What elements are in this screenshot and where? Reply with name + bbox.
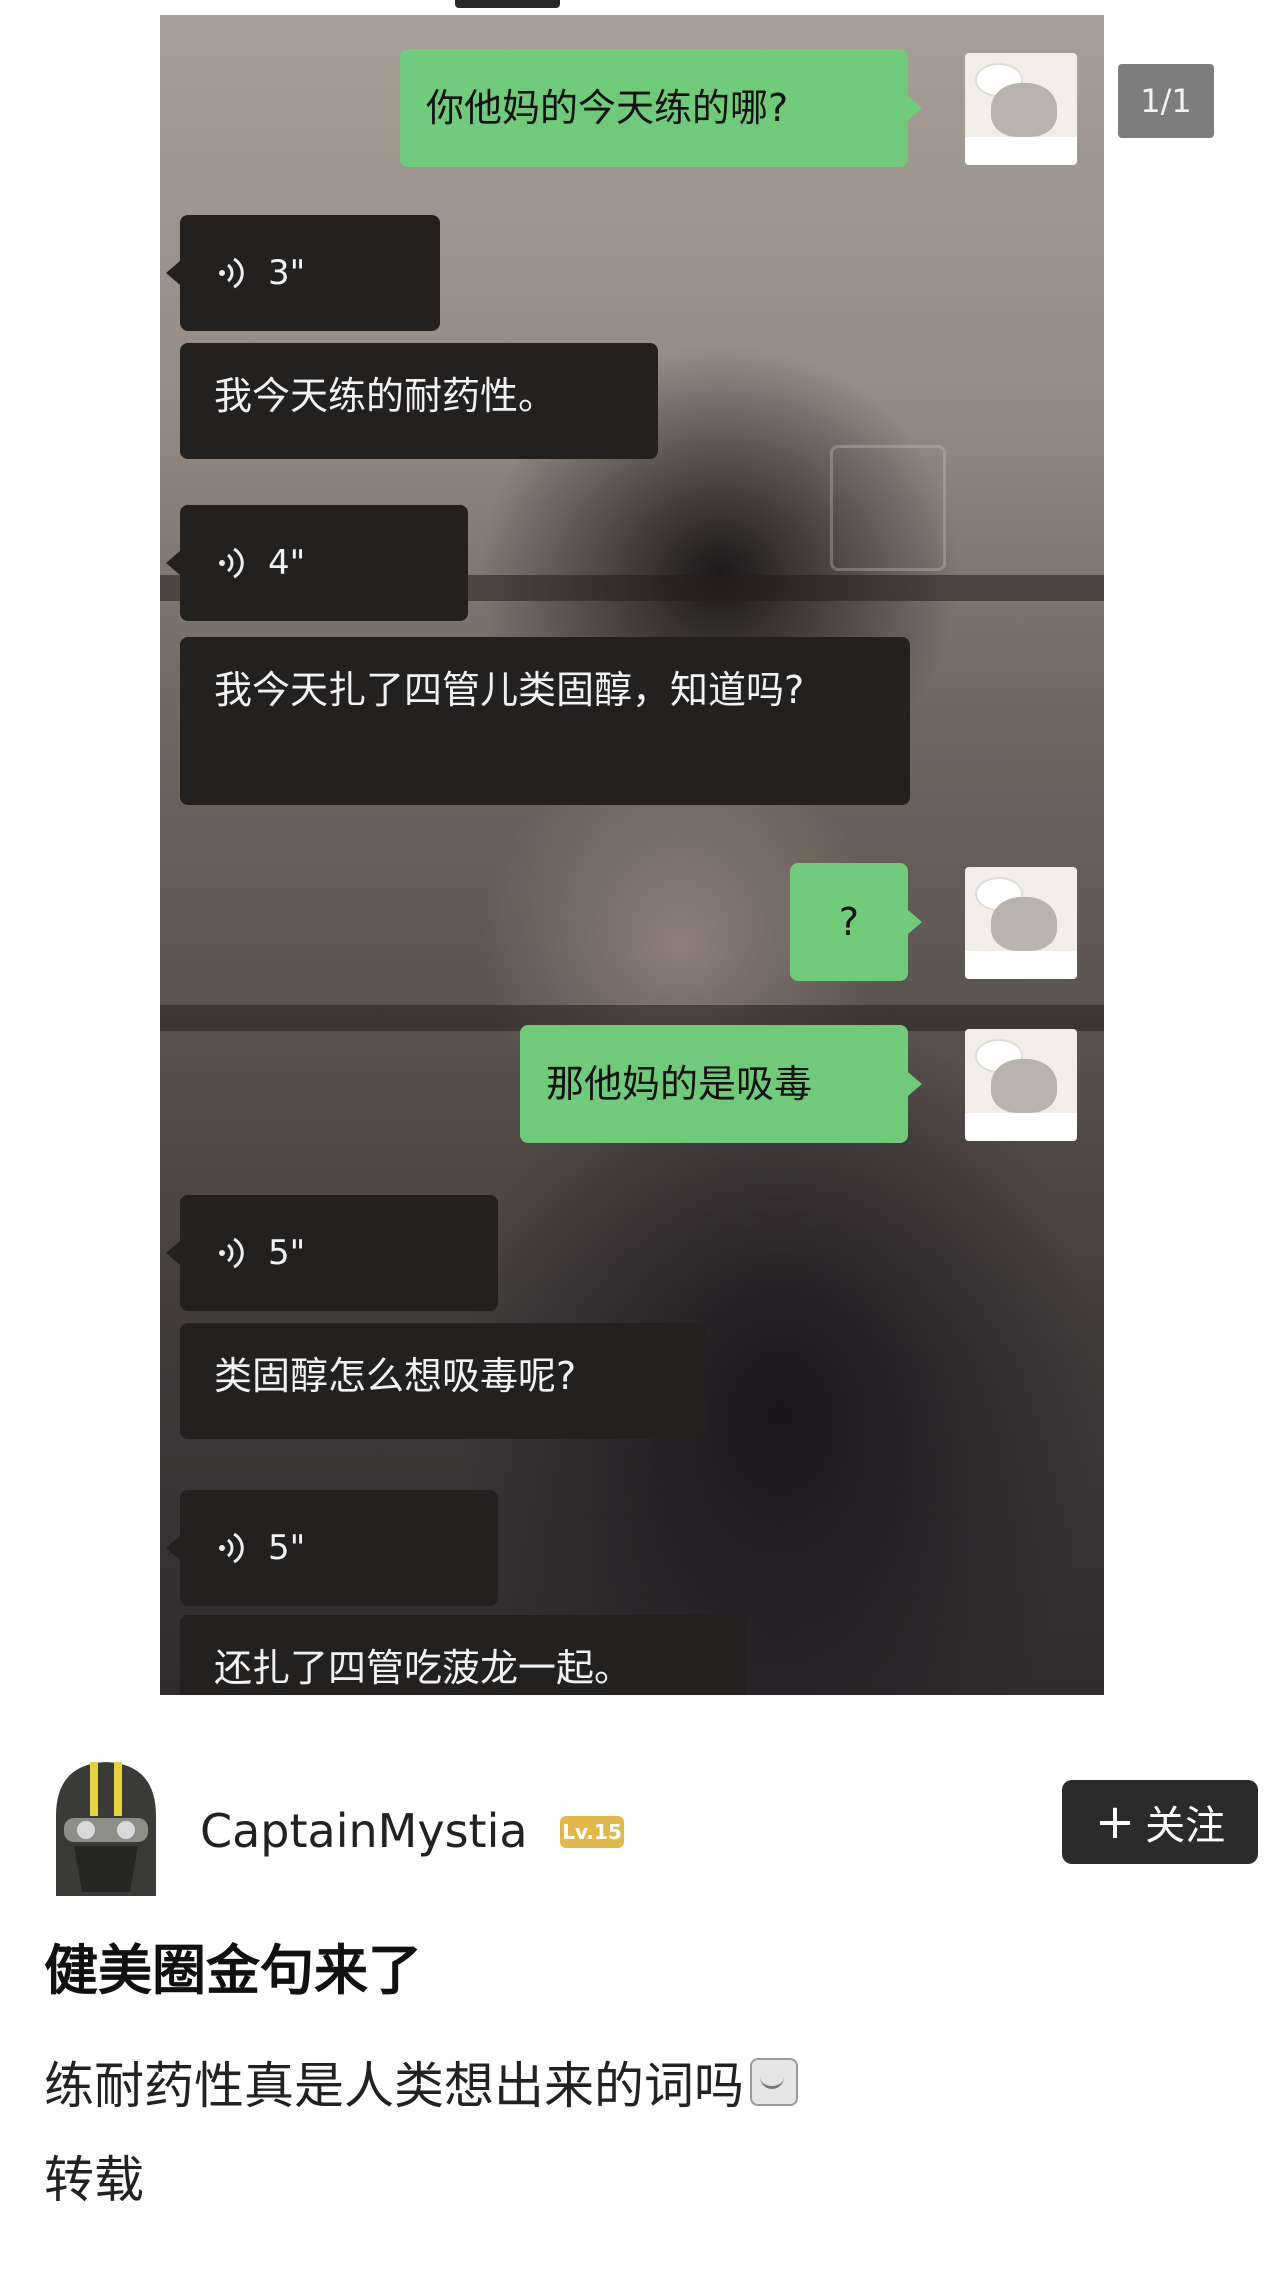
follow-label: 关注: [1145, 1803, 1226, 1849]
voice-duration: 5": [268, 1233, 306, 1273]
chat-bubble-received: 我今天练的耐药性。: [180, 343, 658, 459]
voice-message[interactable]: 4": [166, 505, 468, 621]
sender-avatar: [965, 1029, 1077, 1141]
voice-message[interactable]: 3": [166, 215, 440, 331]
voice-icon: [219, 1237, 244, 1269]
post-image[interactable]: 你他妈的今天练的哪? 3" 我今天练的耐药性。 4" 我今天扎了四管儿类固醇，知…: [160, 15, 1104, 1695]
sender-avatar: [965, 53, 1077, 165]
message-text: 类固醇怎么想吸毒呢?: [214, 1354, 577, 1398]
chat-bubble-sent: 你他妈的今天练的哪?: [400, 49, 922, 167]
author-row: CaptainMystia Lv.15 + 关注: [26, 1746, 1258, 1904]
page-counter-badge: 1/1: [1118, 64, 1214, 138]
voice-message[interactable]: 5": [166, 1490, 498, 1606]
voice-icon: [219, 1532, 244, 1564]
message-text: 我今天练的耐药性。: [214, 374, 557, 418]
voice-message[interactable]: 5": [166, 1195, 498, 1311]
top-handle: [455, 0, 560, 8]
post-title: 健美圈金句来了: [44, 1939, 422, 2002]
sender-avatar: [965, 867, 1077, 979]
message-text: ?: [838, 900, 860, 944]
chat-bubble-sent: 那他妈的是吸毒: [520, 1025, 922, 1143]
follow-button[interactable]: + 关注: [1062, 1780, 1258, 1864]
chat-bubble-received: 我今天扎了四管儿类固醇，知道吗?: [180, 637, 910, 805]
message-text: 还扎了四管吃菠龙一起。: [214, 1646, 633, 1690]
chat-bubble-received: 还扎了四管吃菠龙一起。: [180, 1615, 746, 1695]
helmet-avatar-icon[interactable]: [26, 1746, 186, 1906]
photo-cup: [830, 445, 946, 571]
message-text: 你他妈的今天练的哪?: [426, 86, 789, 130]
message-text: 我今天扎了四管儿类固醇，知道吗?: [214, 668, 805, 712]
message-text: 那他妈的是吸毒: [546, 1062, 813, 1106]
voice-duration: 3": [268, 253, 306, 293]
username[interactable]: CaptainMystia: [200, 1804, 528, 1858]
level-badge: Lv.15: [560, 1816, 624, 1848]
voice-icon: [219, 257, 244, 289]
repost-label: 转载: [44, 2151, 144, 2209]
plus-icon: +: [1094, 1794, 1136, 1850]
chat-bubble-sent: ?: [790, 863, 922, 981]
smile-face-emoji-icon: [750, 2058, 798, 2106]
post-text: 练耐药性真是人类想出来的词吗: [44, 2046, 798, 2118]
post-text-content: 练耐药性真是人类想出来的词吗: [44, 2057, 744, 2115]
voice-duration: 5": [268, 1528, 306, 1568]
voice-duration: 4": [268, 543, 306, 583]
chat-bubble-received: 类固醇怎么想吸毒呢?: [180, 1323, 706, 1439]
voice-icon: [219, 547, 244, 579]
